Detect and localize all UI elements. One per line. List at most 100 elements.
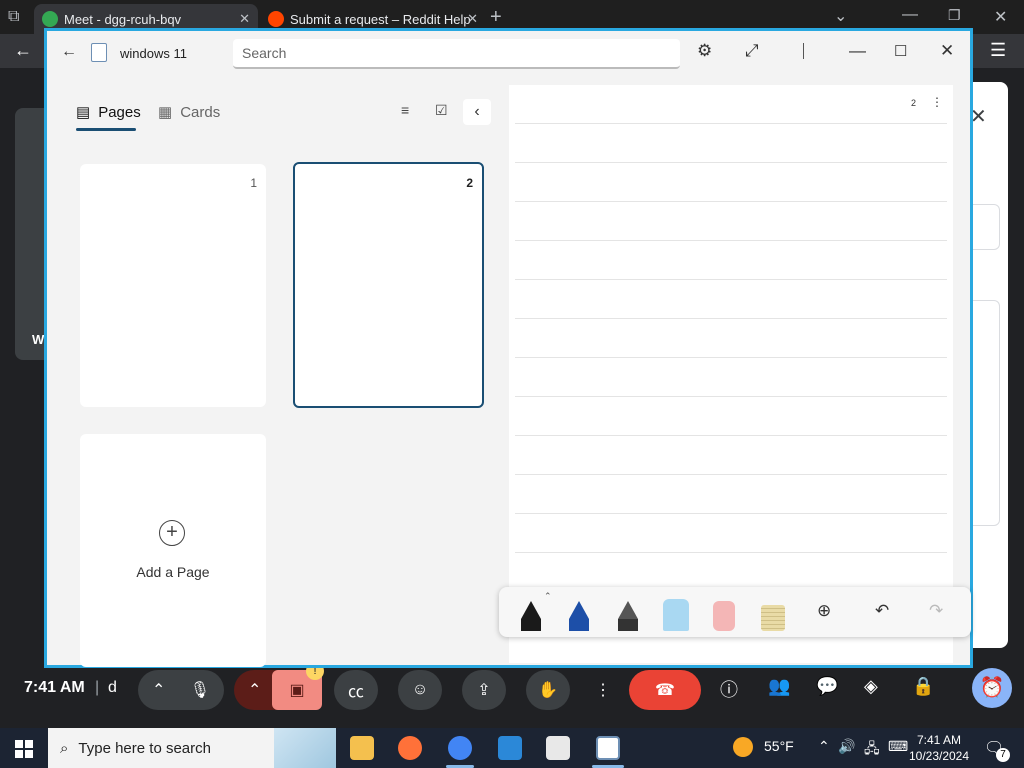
meeting-time: 7:41 AM — [24, 679, 85, 696]
chevron-up-icon[interactable]: ⌃ — [248, 680, 261, 700]
add-page-label: Add a Page — [136, 564, 210, 580]
eraser-tool[interactable] — [713, 601, 735, 631]
ruler-tool[interactable] — [761, 605, 785, 631]
filter-icon[interactable]: ≡ — [401, 102, 409, 118]
whiteboard-app-icon — [91, 43, 107, 62]
close-icon[interactable]: ✕ — [994, 7, 1007, 27]
weather-temperature[interactable]: 55°F — [764, 738, 794, 754]
hand-icon: ✋ — [538, 682, 558, 699]
windows-start-icon[interactable] — [15, 740, 33, 758]
black-pen-tool[interactable] — [521, 601, 541, 631]
meeting-code: d — [108, 679, 117, 696]
microsoft-store-icon[interactable] — [546, 736, 570, 760]
tab-cards[interactable]: ▦ Cards — [158, 103, 220, 122]
chevron-left-icon: ‹ — [474, 103, 480, 120]
redo-icon[interactable]: ↷ — [929, 601, 943, 621]
tab-close-icon[interactable]: ✕ — [239, 11, 250, 27]
chat-icon[interactable]: 💬 — [816, 676, 838, 697]
pages-icon: ▤ — [76, 104, 91, 121]
tab-title: Meet - dgg-rcuh-bqv — [64, 11, 182, 27]
minimize-icon[interactable]: — — [902, 6, 918, 24]
taskbar-clock[interactable]: 7:41 AM 10/23/2024 — [908, 732, 970, 764]
add-page-button[interactable]: + Add a Page — [80, 434, 266, 667]
alarm-button[interactable]: ⏰ — [972, 668, 1012, 708]
meet-favicon-icon — [42, 11, 58, 27]
chevron-up-icon[interactable]: ⌃ — [544, 591, 552, 602]
emoji-icon: ☺ — [411, 681, 429, 698]
chrome-icon[interactable] — [448, 736, 472, 760]
search-input[interactable]: Search — [233, 39, 680, 69]
whiteboard-canvas[interactable]: 2 ⋮ — [509, 85, 953, 663]
maximize-icon[interactable]: ☐ — [894, 42, 907, 60]
page-thumbnail-selected[interactable]: 2 — [293, 162, 484, 408]
microphone-icon[interactable]: 🎙 — [190, 680, 210, 700]
file-explorer-icon[interactable] — [350, 736, 374, 760]
add-tool-icon[interactable]: ⊕ — [817, 601, 831, 621]
blue-pen-tool[interactable] — [569, 601, 589, 631]
firefox-icon[interactable] — [398, 736, 422, 760]
remote-desktop-icon[interactable] — [498, 736, 522, 760]
separator: | — [95, 679, 100, 696]
select-checklist-icon[interactable]: ☑ — [435, 102, 448, 119]
taskbar-search-box[interactable]: ⌕ Type here to search — [48, 728, 336, 768]
fullscreen-icon[interactable]: ⤢ — [745, 41, 759, 61]
mic-control[interactable]: ⌃ 🎙 — [138, 670, 224, 710]
search-icon: ⌕ — [60, 739, 69, 757]
cards-icon: ▦ — [158, 104, 173, 121]
weather-sun-icon[interactable] — [733, 737, 753, 757]
collapse-panel-button[interactable]: ‹ — [463, 99, 491, 125]
emoji-button[interactable]: ☺ — [398, 670, 442, 710]
captions-icon: ㏄ — [347, 684, 364, 701]
keyboard-icon[interactable]: ⌨ — [888, 738, 908, 755]
leave-call-button[interactable]: ☎ — [629, 670, 701, 710]
whiteboard-taskbar-icon[interactable] — [596, 736, 620, 760]
back-arrow-icon[interactable]: ← — [14, 40, 32, 61]
undo-icon[interactable]: ↶ — [875, 601, 889, 621]
highlighter-tool[interactable] — [663, 599, 689, 631]
search-highlight-image — [274, 728, 336, 768]
pencil-tip — [618, 601, 638, 619]
more-options-button[interactable]: ⋮ — [590, 670, 616, 710]
tab-search-chevron-icon[interactable]: ⌄ — [834, 6, 847, 26]
present-button[interactable]: ⇪ — [462, 670, 506, 710]
title-bar-divider — [803, 43, 804, 59]
close-icon[interactable]: ✕ — [940, 41, 954, 61]
canvas-ruled-lines — [515, 85, 947, 663]
tab-pages[interactable]: ▤ Pages — [76, 103, 141, 122]
hang-up-icon: ☎ — [655, 682, 675, 699]
menu-icon[interactable]: ☰ — [990, 40, 1006, 61]
people-icon[interactable]: 👥 — [768, 676, 790, 697]
network-icon[interactable]: 🖧 — [864, 738, 880, 762]
alarm-clock-icon: ⏰ — [979, 677, 1005, 699]
tab-close-icon[interactable]: ✕ — [467, 11, 478, 27]
taskbar-search-placeholder: Type here to search — [78, 739, 211, 757]
participant-initial: W — [32, 332, 45, 347]
activities-icon[interactable]: ◈ — [864, 676, 878, 697]
more-vertical-icon[interactable]: ⋮ — [931, 95, 943, 109]
tray-chevron-icon[interactable]: ⌃ — [818, 738, 830, 755]
host-controls-icon[interactable]: 🔒 — [912, 676, 934, 697]
whiteboard-window: ← windows 11 Search ⚙ ⤢ — ☐ ✕ ▤ Pages ▦ … — [44, 28, 973, 668]
camera-off-icon: ▣ — [289, 682, 305, 699]
clock-date: 10/23/2024 — [908, 749, 970, 763]
page-thumbnail[interactable]: 1 — [80, 164, 266, 407]
chevron-up-icon[interactable]: ⌃ — [152, 680, 165, 700]
minimize-icon[interactable]: — — [849, 41, 866, 61]
tab-actions-icon[interactable]: ⧉ — [8, 8, 19, 26]
pencil-tool[interactable] — [618, 601, 638, 631]
back-arrow-icon[interactable]: ← — [61, 43, 77, 61]
new-tab-icon[interactable]: + — [490, 6, 502, 29]
add-circle-icon: + — [159, 520, 185, 546]
pen-tip — [521, 601, 541, 619]
captions-button[interactable]: ㏄ — [334, 670, 378, 710]
settings-gear-icon[interactable]: ⚙ — [697, 41, 712, 61]
restore-icon[interactable]: ❐ — [948, 7, 961, 24]
pen-body — [521, 619, 541, 631]
present-screen-icon: ⇪ — [477, 682, 491, 699]
raise-hand-button[interactable]: ✋ — [526, 670, 570, 710]
title-bar: ← windows 11 Search ⚙ ⤢ — ☐ ✕ — [47, 31, 970, 77]
volume-icon[interactable]: 🔊 — [838, 738, 855, 755]
pen-tip — [569, 601, 589, 619]
clock-time: 7:41 AM — [916, 733, 962, 747]
info-icon[interactable]: ⓘ — [720, 676, 738, 702]
